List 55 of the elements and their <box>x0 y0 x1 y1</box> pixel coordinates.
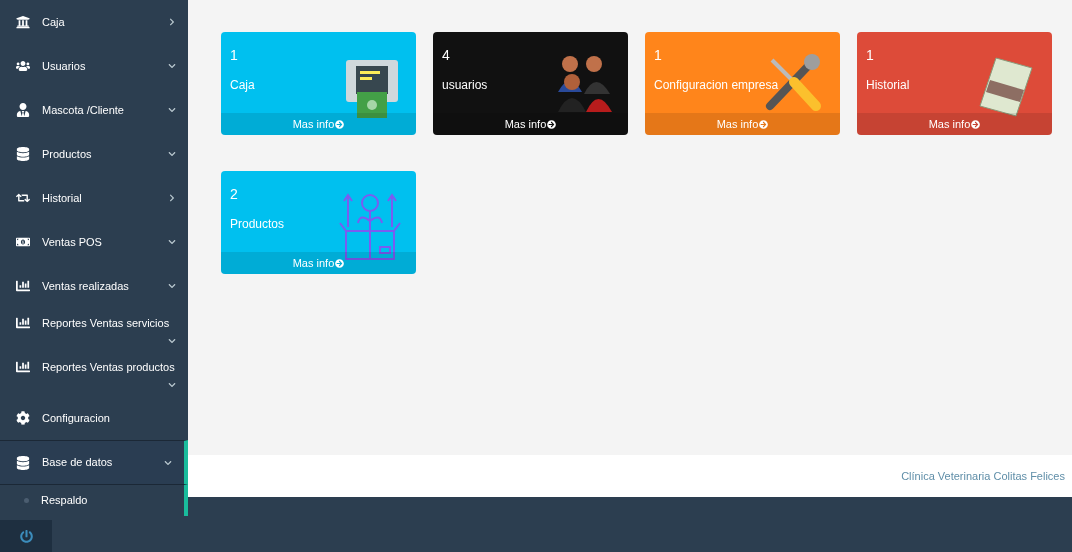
sidebar-label: Ventas realizadas <box>42 278 129 294</box>
footer-text: Clínica Veterinaria Colitas Felices <box>901 468 1065 484</box>
arrow-right-icon <box>335 119 345 129</box>
sidebar-item[interactable]: Reportes Ventas servicios <box>0 308 188 352</box>
sidebar-item[interactable]: Reportes Ventas productos <box>0 352 188 396</box>
sidebar-item[interactable]: Ventas POS <box>0 220 188 264</box>
card-label: Productos <box>230 216 286 233</box>
database-icon <box>16 147 30 161</box>
card-label: usuarios <box>442 77 489 94</box>
database-icon <box>16 455 30 470</box>
power-button[interactable] <box>0 520 52 552</box>
card-label: Historial <box>866 77 911 94</box>
bar-chart-icon <box>16 279 30 293</box>
sidebar-item[interactable]: Usuarios <box>0 44 188 88</box>
sidebar-label: Productos <box>42 146 92 162</box>
sidebar-label: Ventas POS <box>42 234 102 250</box>
sidebar-label: Historial <box>42 190 82 206</box>
sidebar-label: Usuarios <box>42 58 86 74</box>
sidebar-item[interactable]: Ventas realizadas <box>0 264 188 308</box>
box-plant-icon <box>338 191 402 261</box>
arrows-loop-icon <box>16 191 30 205</box>
card-count: 2 <box>230 185 239 204</box>
sidebar-label: Reportes Ventas servicios <box>42 315 170 331</box>
sidebar-item[interactable]: Caja <box>0 0 188 44</box>
card-count: 1 <box>654 46 663 65</box>
banknote-stack-icon <box>978 54 1034 118</box>
arrow-right-icon <box>759 119 769 129</box>
arrow-right-icon <box>547 119 557 129</box>
card-label: Caja <box>230 77 256 94</box>
card-count: 1 <box>230 46 239 65</box>
sidebar-label: Mascota /Cliente <box>42 102 124 118</box>
card-label: Configuracion empresa <box>654 77 780 94</box>
arrow-right-icon <box>971 119 981 129</box>
submenu-item[interactable]: Respaldo <box>41 492 88 509</box>
users-icon <box>16 59 30 73</box>
bar-chart-icon <box>16 360 30 375</box>
sidebar-item[interactable]: Historial <box>0 176 188 220</box>
card-count: 1 <box>866 46 875 65</box>
arrow-right-icon <box>335 258 345 268</box>
power-icon <box>19 529 33 543</box>
bar-chart-icon <box>16 316 30 331</box>
sidebar-label: Base de datos <box>42 455 113 471</box>
settings-icon <box>16 411 30 425</box>
sidebar-item[interactable]: Productos <box>0 132 188 176</box>
bank-icon <box>16 15 30 29</box>
sidebar-label: Configuracion <box>42 410 110 426</box>
sidebar-label: Reportes Ventas productos <box>42 359 175 375</box>
person-icon <box>16 103 30 117</box>
sidebar-label: Caja <box>42 14 65 30</box>
sidebar-item[interactable]: Mascota /Cliente <box>0 88 188 132</box>
card-count: 4 <box>442 46 451 65</box>
sidebar-item[interactable]: Configuracion <box>0 396 188 440</box>
more-info-link[interactable]: Mas info <box>857 113 1052 135</box>
banknote-icon <box>16 235 30 249</box>
sidebar-item[interactable]: Base de datos <box>0 440 188 484</box>
